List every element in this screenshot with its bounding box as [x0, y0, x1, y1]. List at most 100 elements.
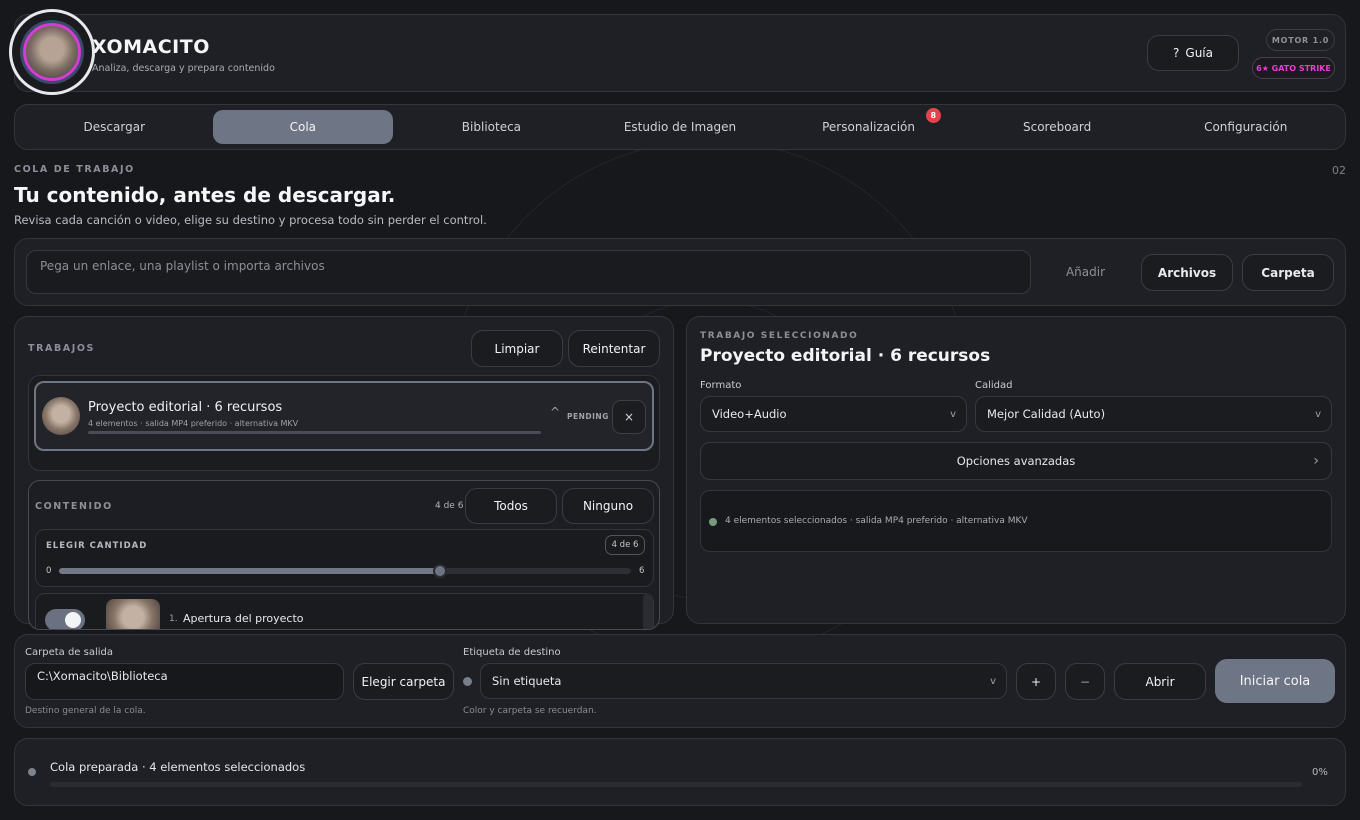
- tab-label: Scoreboard: [1022, 120, 1092, 134]
- quality-select[interactable]: Mejor Calidad (Auto) v: [975, 396, 1332, 432]
- destination-tag-value: Sin etiqueta: [492, 674, 562, 688]
- remove-tag-button[interactable]: −: [1065, 663, 1105, 700]
- tab-label: Personalización: [822, 120, 915, 134]
- page-subtitle: Revisa cada canción o video, elige su de…: [14, 213, 487, 227]
- job-card[interactable]: Proyecto editorial · 6 recursos 4 elemen…: [34, 381, 654, 451]
- tag-color-dot: [463, 677, 472, 686]
- quantity-slider-track[interactable]: [59, 564, 631, 578]
- add-tag-button[interactable]: +: [1016, 663, 1056, 700]
- retry-button[interactable]: Reintentar: [568, 330, 660, 367]
- selection-summary: 4 elementos seleccionados · salida MP4 p…: [700, 490, 1332, 552]
- quantity-slider-thumb[interactable]: [433, 564, 448, 578]
- link-input[interactable]: Pega un enlace, una playlist o importa a…: [26, 250, 1031, 294]
- quality-value: Mejor Calidad (Auto): [987, 407, 1106, 421]
- status-percent: 0%: [1312, 767, 1328, 778]
- status-dot-icon: [28, 768, 36, 776]
- files-button[interactable]: Archivos: [1141, 254, 1233, 291]
- quantity-badge: 4 de 6: [605, 535, 645, 555]
- collapse-icon[interactable]: ^: [550, 405, 560, 419]
- select-all-button[interactable]: Todos: [465, 488, 557, 524]
- folder-button[interactable]: Carpeta: [1242, 254, 1334, 291]
- destination-tag-label: Etiqueta de destino: [463, 647, 561, 658]
- format-label: Formato: [700, 380, 742, 391]
- quality-label: Calidad: [975, 380, 1013, 391]
- brand-tagline: Analiza, descarga y prepara contenido: [92, 63, 275, 74]
- content-panel: CONTENIDO 4 de 6 Todos Ninguno ELEGIR CA…: [28, 480, 660, 630]
- output-folder-label: Carpeta de salida: [25, 647, 113, 658]
- quantity-box: ELEGIR CANTIDAD 4 de 6 0 6: [35, 529, 654, 587]
- tab-cola[interactable]: Cola: [212, 110, 394, 144]
- tab-label: Descargar: [83, 120, 145, 134]
- tab-personalización[interactable]: Personalización 8: [778, 108, 959, 144]
- avatar[interactable]: [9, 9, 95, 95]
- notification-badge: 8: [925, 108, 941, 123]
- content-item[interactable]: 1. Apertura del proyecto: [35, 593, 654, 629]
- tab-descargar[interactable]: Descargar: [24, 110, 205, 144]
- advanced-options-button[interactable]: Opciones avanzadas ›: [700, 442, 1332, 480]
- job-thumbnail: [42, 397, 80, 435]
- tab-label: Estudio de Imagen: [623, 120, 737, 134]
- tab-configuración[interactable]: Configuración: [1155, 110, 1336, 144]
- page-title: Tu contenido, antes de descargar.: [14, 183, 396, 207]
- tab-biblioteca[interactable]: Biblioteca: [401, 110, 582, 144]
- clear-button[interactable]: Limpiar: [471, 330, 563, 367]
- quantity-min: 0: [46, 566, 52, 576]
- close-icon: ×: [623, 410, 635, 424]
- tab-list: Descargar Cola Biblioteca Estudio de Imagen…: [20, 108, 1340, 144]
- format-select[interactable]: Video+Audio v: [700, 396, 967, 432]
- cat-avatar-icon: [23, 23, 81, 81]
- job-meta: 4 elementos · salida MP4 preferido · alt…: [88, 419, 299, 428]
- help-icon: ?: [1173, 46, 1180, 60]
- selected-title: Proyecto editorial · 6 recursos: [700, 346, 991, 366]
- item-toggle-knob: [65, 612, 81, 628]
- tab-label: Configuración: [1204, 120, 1288, 134]
- content-count: 4 de 6: [435, 501, 464, 511]
- quantity-heading: ELEGIR CANTIDAD: [46, 541, 148, 551]
- summary-text: 4 elementos seleccionados · salida MP4 p…: [725, 516, 1028, 526]
- start-queue-button[interactable]: Iniciar cola: [1215, 659, 1335, 703]
- content-scrollbar[interactable]: [643, 594, 653, 629]
- item-thumbnail: [106, 599, 160, 629]
- job-progress-track: [88, 431, 541, 434]
- tab-scoreboard[interactable]: Scoreboard: [967, 110, 1148, 144]
- strike-badge: 6★ GATO STRIKE: [1252, 57, 1335, 79]
- quantity-max: 6: [639, 566, 645, 576]
- destination-tag-hint: Color y carpeta se recuerdan.: [463, 706, 597, 716]
- chevron-down-icon: v: [1315, 408, 1321, 420]
- tab-label: Cola: [289, 120, 317, 134]
- select-none-button[interactable]: Ninguno: [562, 488, 654, 524]
- tab-label: Biblioteca: [461, 120, 522, 134]
- status-text: Cola preparada · 4 elementos seleccionad…: [50, 760, 306, 774]
- advanced-options-label: Opciones avanzadas: [956, 454, 1076, 468]
- status-dot-icon: [709, 518, 717, 526]
- format-value: Video+Audio: [712, 407, 787, 421]
- guide-label: Guía: [1185, 46, 1213, 60]
- output-folder-value: C:\Xomacito\Biblioteca: [37, 669, 168, 683]
- chevron-down-icon: v: [950, 408, 956, 420]
- add-button[interactable]: Añadir: [1048, 265, 1123, 279]
- chevron-down-icon: v: [990, 675, 996, 687]
- engine-badge: MOTOR 1.0: [1266, 29, 1335, 51]
- item-toggle[interactable]: [45, 609, 85, 629]
- guide-button[interactable]: ? Guía: [1147, 35, 1239, 71]
- quantity-slider-fill: [59, 568, 441, 574]
- link-input-placeholder: Pega un enlace, una playlist o importa a…: [40, 259, 325, 273]
- jobs-heading: TRABAJOS: [28, 343, 95, 354]
- job-title: Proyecto editorial · 6 recursos: [88, 400, 283, 415]
- choose-folder-button[interactable]: Elegir carpeta: [353, 663, 454, 700]
- content-heading: CONTENIDO: [35, 501, 113, 512]
- chevron-right-icon: ›: [1313, 453, 1319, 469]
- item-title: Apertura del proyecto: [183, 612, 304, 625]
- selected-eyebrow: TRABAJO SELECCIONADO: [700, 331, 859, 341]
- tab-estudio-de-imagen[interactable]: Estudio de Imagen: [590, 110, 771, 144]
- job-status: PENDING: [567, 412, 609, 421]
- output-folder-hint: Destino general de la cola.: [25, 706, 146, 716]
- remove-job-button[interactable]: ×: [612, 400, 646, 434]
- queue-progress-track: [50, 782, 1302, 787]
- page-eyebrow: COLA DE TRABAJO: [14, 164, 135, 175]
- output-folder-input[interactable]: C:\Xomacito\Biblioteca: [25, 663, 344, 700]
- brand-name: XOMACITO: [92, 36, 210, 58]
- destination-tag-select[interactable]: Sin etiqueta v: [480, 663, 1007, 699]
- step-number: 02: [1332, 164, 1346, 177]
- open-folder-button[interactable]: Abrir: [1114, 663, 1206, 700]
